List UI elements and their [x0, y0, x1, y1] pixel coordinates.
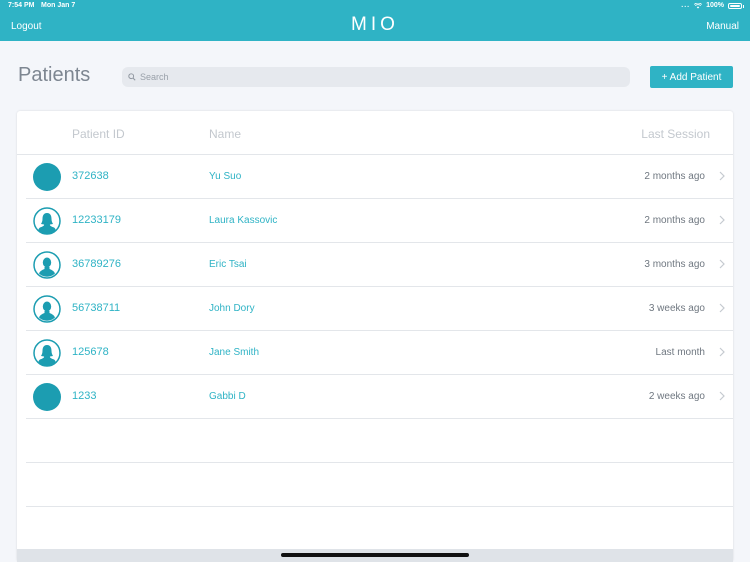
patient-id: 1233 — [72, 390, 97, 402]
patient-table: Patient ID Name Last Session 372638 Yu S… — [17, 111, 733, 562]
patient-id: 125678 — [72, 346, 109, 358]
table-row[interactable]: 125678 Jane Smith Last month — [17, 331, 733, 375]
top-nav-bar: 7:54 PM Mon Jan 7 ... 100% Logout MIO Ma… — [0, 0, 750, 41]
patient-name: Gabbi D — [209, 391, 246, 402]
male-avatar-icon — [33, 295, 61, 323]
last-session: 3 weeks ago — [648, 303, 705, 314]
table-row[interactable]: 12233179 Laura Kassovic 2 months ago — [17, 199, 733, 243]
patient-id: 12233179 — [72, 214, 121, 226]
status-indicators: ... 100% — [681, 2, 744, 9]
column-header-last-session: Last Session — [641, 127, 710, 141]
search-bar[interactable] — [122, 67, 630, 87]
patient-name: Eric Tsai — [209, 259, 247, 270]
add-patient-button[interactable]: + Add Patient — [650, 66, 733, 88]
chevron-right-icon — [719, 347, 725, 357]
battery-percent: 100% — [706, 2, 724, 9]
chevron-right-icon — [719, 171, 725, 181]
last-session: 2 months ago — [644, 215, 705, 226]
patient-name: John Dory — [209, 303, 255, 314]
table-row[interactable]: 1233 Gabbi D 2 weeks ago — [17, 375, 733, 419]
search-icon — [128, 73, 136, 81]
table-body: 372638 Yu Suo 2 months ago 12233179 Laur… — [17, 155, 733, 507]
status-date: Mon Jan 7 — [41, 2, 76, 9]
female-avatar-icon — [33, 207, 61, 235]
table-header: Patient ID Name Last Session — [17, 111, 733, 155]
chevron-right-icon — [719, 391, 725, 401]
patient-name: Jane Smith — [209, 347, 260, 358]
male-avatar-icon — [33, 251, 61, 279]
wifi-icon — [694, 2, 703, 8]
column-header-name: Name — [209, 127, 242, 141]
chevron-right-icon — [719, 259, 725, 269]
patient-id: 36789276 — [72, 258, 121, 270]
search-input[interactable] — [140, 72, 620, 82]
female-avatar-icon — [33, 339, 61, 367]
chevron-right-icon — [719, 303, 725, 313]
patient-id: 56738711 — [72, 302, 121, 314]
brand-logo: MIO — [351, 14, 399, 35]
patient-name: Laura Kassovic — [209, 215, 278, 226]
table-row[interactable]: 56738711 John Dory 3 weeks ago — [17, 287, 733, 331]
empty-row — [17, 463, 733, 507]
last-session: 3 months ago — [644, 259, 705, 270]
last-session: 2 months ago — [644, 171, 705, 182]
avatar-solid-icon — [33, 163, 61, 191]
page-title: Patients — [18, 64, 91, 86]
empty-row — [17, 419, 733, 463]
last-session: 2 weeks ago — [648, 391, 705, 402]
home-indicator[interactable] — [281, 553, 469, 557]
manual-button[interactable]: Manual — [706, 21, 739, 32]
signal-dots: ... — [681, 2, 691, 9]
status-time: 7:54 PM — [8, 2, 35, 9]
patient-name: Yu Suo — [209, 171, 242, 182]
patient-id: 372638 — [72, 170, 109, 182]
last-session: Last month — [655, 347, 705, 358]
avatar-solid-icon — [33, 383, 61, 411]
table-row[interactable]: 36789276 Eric Tsai 3 months ago — [17, 243, 733, 287]
column-header-patient-id: Patient ID — [72, 127, 125, 141]
table-row[interactable]: 372638 Yu Suo 2 months ago — [17, 155, 733, 199]
battery-icon — [728, 2, 744, 9]
chevron-right-icon — [719, 215, 725, 225]
